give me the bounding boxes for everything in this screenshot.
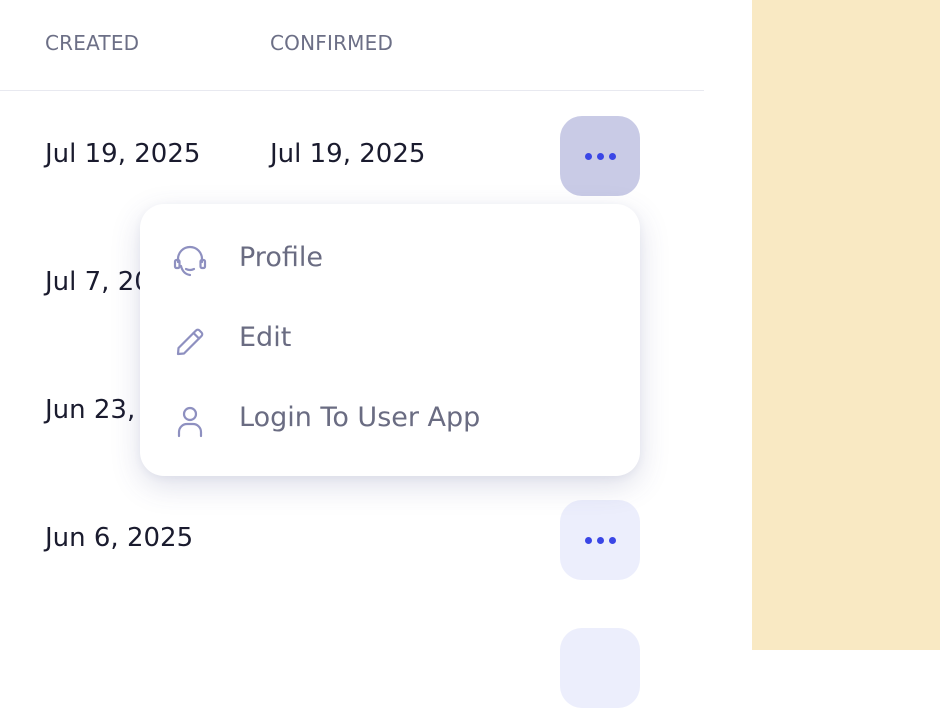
- created-date: Jul 19, 2025: [45, 139, 201, 169]
- side-panel: [752, 0, 940, 650]
- confirmed-date: Jul 19, 2025: [270, 139, 426, 169]
- menu-item-label: Edit: [239, 322, 292, 353]
- user-icon: [177, 406, 203, 438]
- menu-item-edit[interactable]: Edit: [140, 300, 640, 380]
- users-table: CREATED CONFIRMED Jul 19, 2025 Jul 19, 2…: [0, 0, 752, 708]
- created-date: Jul 7, 20: [45, 267, 151, 297]
- menu-item-login-to-user-app[interactable]: Login To User App: [140, 380, 640, 460]
- menu-item-profile[interactable]: Profile: [140, 220, 640, 300]
- menu-item-label: Login To User App: [239, 402, 481, 433]
- column-header-created: CREATED: [45, 31, 140, 55]
- header-divider: [0, 90, 704, 91]
- more-dot: [596, 536, 604, 544]
- menu-item-label: Profile: [239, 242, 323, 273]
- row-actions-button[interactable]: [560, 628, 640, 708]
- created-date: Jun 6, 2025: [45, 523, 194, 553]
- column-header-confirmed: CONFIRMED: [270, 31, 394, 55]
- more-dot: [596, 152, 604, 160]
- more-dot: [608, 152, 616, 160]
- row-actions-button[interactable]: [560, 500, 640, 580]
- row-actions-menu: Profile Edit Login To User App: [140, 204, 640, 476]
- more-dot: [584, 536, 592, 544]
- more-dot: [608, 536, 616, 544]
- more-dot: [584, 152, 592, 160]
- row-actions-button[interactable]: [560, 116, 640, 196]
- headset-icon: [173, 245, 207, 277]
- pencil-icon: [176, 328, 204, 356]
- created-date: Jun 23,: [45, 395, 136, 425]
